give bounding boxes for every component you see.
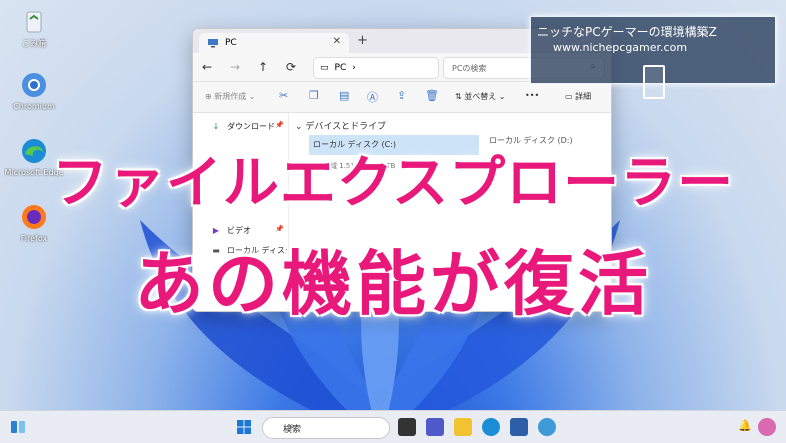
paste-icon[interactable]: ▤ bbox=[339, 89, 349, 102]
store-icon[interactable] bbox=[510, 418, 528, 436]
tab-pc[interactable]: PC ✕ bbox=[199, 33, 349, 53]
headline-line1: ファイルエクスプローラー bbox=[51, 151, 735, 216]
sidebar-item-label: ダウンロード bbox=[227, 122, 275, 131]
badge-title: ニッチなPCゲーマーの環境構築Z bbox=[537, 25, 717, 39]
back-arrow-icon[interactable]: ← bbox=[193, 60, 221, 74]
chromium-icon bbox=[22, 73, 46, 97]
desktop-icon-label: Chromium bbox=[13, 102, 55, 111]
refresh-icon[interactable]: ⟳ bbox=[277, 60, 305, 74]
recycle-bin-icon bbox=[26, 11, 42, 33]
details-button[interactable]: ▭ 詳細 bbox=[565, 91, 591, 102]
desktop-icon-recycle-bin[interactable]: ごみ箱 bbox=[4, 6, 64, 49]
search-placeholder: PCの検索 bbox=[452, 63, 487, 73]
file-explorer-icon[interactable] bbox=[454, 418, 472, 436]
search-icon: ⌕ bbox=[289, 421, 295, 432]
pc-tower-icon bbox=[643, 65, 665, 99]
teams-icon[interactable] bbox=[426, 418, 444, 436]
chevron-right-icon: › bbox=[352, 63, 356, 73]
delete-icon[interactable]: 🗑 bbox=[425, 89, 439, 102]
start-icon[interactable] bbox=[236, 419, 252, 435]
command-bar: ⊕ 新規作成 ⌄ ✂ ❐ ▤ Ⓐ ⇪ 🗑 ⇅ 並べ替え ⌄ ••• ▭ 詳細 bbox=[193, 81, 611, 113]
edge-icon[interactable] bbox=[482, 418, 500, 436]
close-tab-icon[interactable]: ✕ bbox=[333, 36, 341, 47]
new-label: 新規作成 bbox=[214, 92, 247, 101]
share-icon[interactable]: ⇪ bbox=[397, 89, 406, 102]
pin-icon: 📌 bbox=[275, 121, 284, 129]
new-button[interactable]: ⊕ 新規作成 ⌄ bbox=[205, 91, 256, 102]
desktop-icon-chromium[interactable]: Chromium bbox=[4, 70, 64, 111]
download-icon: ↓ bbox=[212, 122, 220, 131]
section-title: デバイスとドライブ bbox=[305, 122, 387, 132]
copy-icon[interactable]: ❐ bbox=[309, 89, 319, 102]
new-tab-button[interactable]: + bbox=[357, 33, 368, 48]
taskbar: ⌕ 検索 🔔 bbox=[0, 410, 786, 443]
task-view-icon[interactable] bbox=[398, 418, 416, 436]
notification-bell-icon[interactable]: 🔔 bbox=[738, 419, 752, 432]
headline-line2: あの機能が復活 bbox=[134, 243, 652, 325]
address-bar[interactable]: ▭ PC › bbox=[313, 57, 439, 79]
sort-button[interactable]: ⇅ 並べ替え ⌄ bbox=[455, 91, 506, 102]
tab-title: PC bbox=[225, 38, 237, 48]
more-options-button[interactable]: ••• bbox=[525, 91, 539, 100]
site-badge: ニッチなPCゲーマーの環境構築Z www.nichepcgamer.com bbox=[530, 16, 776, 99]
chromium-icon[interactable] bbox=[538, 418, 556, 436]
cut-icon[interactable]: ✂ bbox=[279, 89, 288, 102]
monitor-icon bbox=[208, 39, 218, 48]
taskbar-search[interactable]: ⌕ 検索 bbox=[262, 417, 390, 439]
sort-label: 並べ替え bbox=[464, 92, 497, 101]
desktop-icon-label: ごみ箱 bbox=[22, 39, 46, 48]
copilot-icon[interactable] bbox=[758, 418, 776, 436]
up-arrow-icon[interactable]: ↑ bbox=[249, 60, 277, 74]
section-header[interactable]: ⌄ デバイスとドライブ bbox=[295, 119, 386, 132]
badge-url: www.nichepcgamer.com bbox=[553, 41, 688, 54]
forward-arrow-icon[interactable]: → bbox=[221, 60, 249, 74]
widgets-icon[interactable] bbox=[10, 419, 26, 435]
rename-icon[interactable]: Ⓐ bbox=[367, 89, 378, 105]
monitor-icon: ▭ bbox=[320, 63, 329, 73]
details-label: 詳細 bbox=[575, 92, 592, 101]
address-text: PC bbox=[334, 63, 347, 73]
